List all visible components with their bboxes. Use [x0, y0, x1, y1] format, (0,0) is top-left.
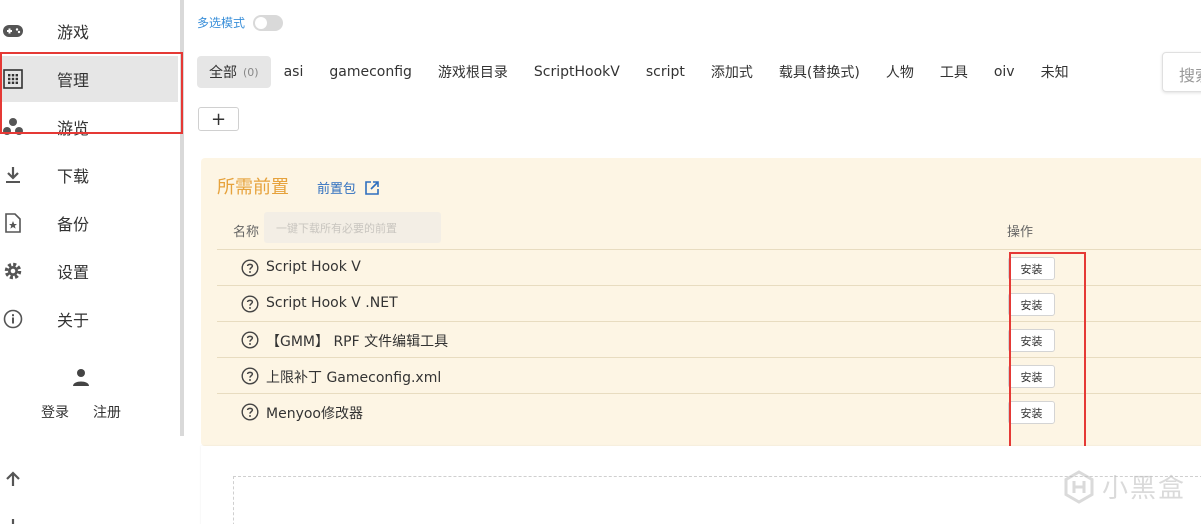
category-tabs: 全部 (0) asi gameconfig 游戏根目录 ScriptHookV … — [197, 56, 1082, 88]
info-icon — [2, 308, 24, 330]
drop-zone[interactable] — [233, 476, 1201, 524]
file-star-icon — [2, 212, 24, 234]
gamepad-icon — [2, 20, 24, 42]
tab-script[interactable]: script — [633, 56, 698, 88]
tab-unknown[interactable]: 未知 — [1028, 56, 1082, 88]
arrow-down-icon[interactable] — [4, 514, 22, 524]
install-button[interactable]: 安装 — [1008, 401, 1055, 424]
install-button[interactable]: 安装 — [1008, 257, 1055, 280]
table-row: Script Hook V .NET 安装 — [217, 286, 1201, 322]
prerequisite-name: 【GMM】 RPF 文件编辑工具 — [266, 334, 449, 350]
bubbles-icon — [2, 116, 24, 138]
sidebar-item-label: 游戏 — [57, 23, 90, 42]
tab-asi[interactable]: asi — [271, 56, 317, 88]
multi-select-toggle[interactable] — [253, 14, 284, 31]
sidebar-scrollbar[interactable] — [180, 0, 184, 436]
tab-scripthookv[interactable]: ScriptHookV — [521, 56, 633, 88]
table-row: Menyoo修改器 安装 — [217, 394, 1201, 430]
sidebar-item-label: 关于 — [57, 311, 90, 330]
login-link[interactable]: 登录 — [41, 402, 69, 422]
tab-game-root[interactable]: 游戏根目录 — [425, 56, 521, 88]
table-row: 【GMM】 RPF 文件编辑工具 安装 — [217, 322, 1201, 358]
sidebar-item-label: 备份 — [57, 215, 90, 234]
tab-vehicle-replace[interactable]: 载具(替换式) — [766, 56, 873, 88]
download-icon — [2, 164, 24, 186]
external-link-icon — [365, 180, 379, 195]
sidebar-item-label: 游览 — [57, 119, 90, 138]
help-circle-icon[interactable] — [241, 259, 259, 277]
table-row: Script Hook V 安装 — [217, 250, 1201, 286]
sidebar-item-download[interactable]: 下载 — [0, 152, 178, 198]
prerequisite-name: Menyoo修改器 — [266, 406, 363, 422]
multi-select-row: 多选模式 — [197, 14, 284, 31]
grid-icon — [2, 68, 24, 90]
add-category-button[interactable]: + — [198, 107, 239, 131]
install-button[interactable]: 安装 — [1008, 293, 1055, 316]
tab-additive[interactable]: 添加式 — [698, 56, 766, 88]
prerequisite-pack-label: 前置包 — [317, 182, 357, 197]
gear-icon — [2, 260, 24, 282]
help-circle-icon[interactable] — [241, 295, 259, 313]
tab-oiv[interactable]: oiv — [981, 56, 1028, 88]
tooltip-ghost: 一键下载所有必要的前置 — [264, 212, 441, 243]
multi-select-label: 多选模式 — [197, 16, 246, 30]
help-circle-icon[interactable] — [241, 331, 259, 349]
arrow-up-icon[interactable] — [4, 470, 22, 488]
sidebar-item-backup[interactable]: 备份 — [0, 200, 178, 246]
help-circle-icon[interactable] — [241, 367, 259, 385]
heybox-logo-icon — [1064, 469, 1094, 504]
register-link[interactable]: 注册 — [93, 402, 121, 422]
sidebar-item-label: 下载 — [57, 167, 90, 186]
watermark-text: 小黑盒 — [1102, 474, 1187, 504]
column-header-name: 名称 — [233, 225, 260, 240]
search-placeholder: 搜索 — [1179, 66, 1201, 85]
tab-all[interactable]: 全部 (0) — [197, 56, 271, 88]
tab-gameconfig[interactable]: gameconfig — [316, 56, 425, 88]
column-header-action: 操作 — [1007, 225, 1034, 240]
user-icon — [70, 366, 92, 388]
tab-tools[interactable]: 工具 — [927, 56, 981, 88]
watermark: 小黑盒 — [1062, 468, 1186, 505]
prerequisites-panel: 所需前置 前置包 名称 一键下载所有必要的前置 操作 Script Hook V… — [201, 158, 1201, 446]
sidebar-item-about[interactable]: 关于 — [0, 296, 178, 342]
sidebar-item-manage[interactable]: 管理 — [0, 56, 178, 102]
prerequisite-name: Script Hook V — [266, 259, 361, 275]
panel-title: 所需前置 — [217, 177, 289, 198]
tab-count: (0) — [243, 65, 259, 79]
sidebar: 游戏 管理 游览 下载 备份 设置 关于 登录 注册 — [0, 0, 180, 524]
sidebar-item-games[interactable]: 游戏 — [0, 8, 178, 54]
prerequisite-name: Script Hook V .NET — [266, 295, 398, 311]
sidebar-item-label: 设置 — [57, 263, 90, 282]
tab-label: 全部 — [209, 65, 237, 81]
help-circle-icon[interactable] — [241, 403, 259, 421]
search-input[interactable]: 搜索 — [1162, 52, 1201, 92]
tab-character[interactable]: 人物 — [873, 56, 927, 88]
prerequisite-name: 上限补丁 Gameconfig.xml — [266, 370, 442, 386]
table-row: 上限补丁 Gameconfig.xml 安装 — [217, 358, 1201, 394]
sidebar-item-label: 管理 — [57, 71, 90, 90]
install-button[interactable]: 安装 — [1008, 329, 1055, 352]
sidebar-item-browse[interactable]: 游览 — [0, 104, 178, 150]
install-button[interactable]: 安装 — [1008, 365, 1055, 388]
prerequisite-pack-link[interactable]: 前置包 — [317, 178, 380, 197]
sidebar-item-settings[interactable]: 设置 — [0, 248, 178, 294]
